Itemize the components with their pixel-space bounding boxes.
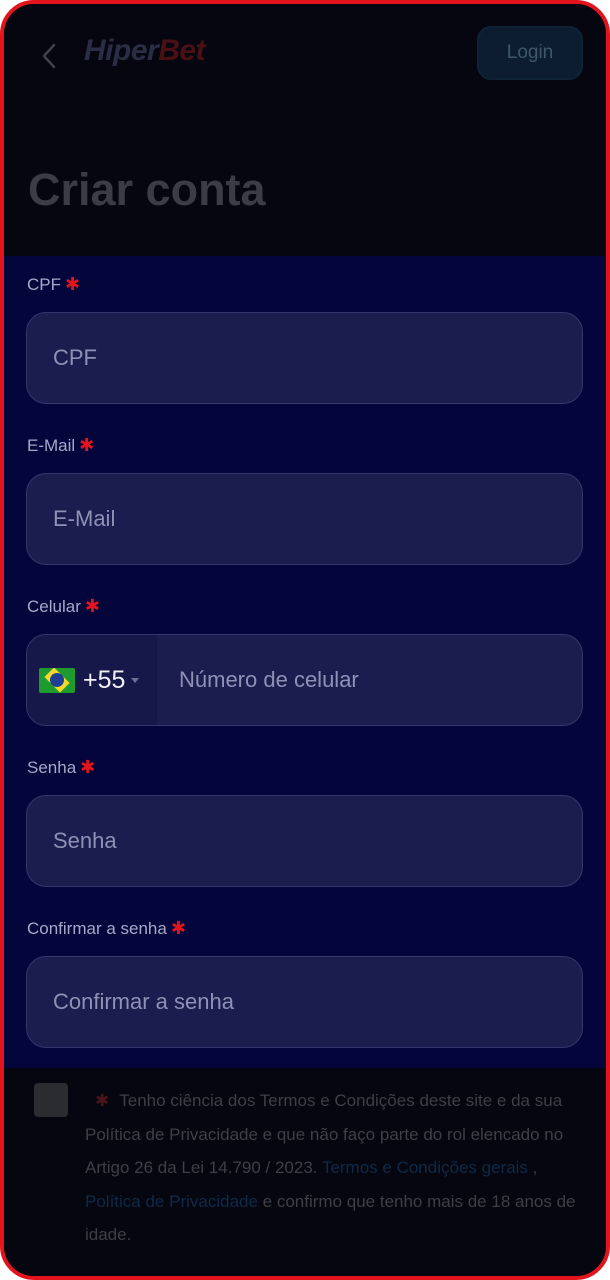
phone-label-text: Celular	[27, 597, 81, 616]
required-icon: ✱	[79, 435, 95, 455]
confirm-placeholder: Confirmar a senha	[53, 989, 234, 1014]
login-button[interactable]: Login	[477, 26, 583, 80]
phone-number-field[interactable]: Número de celular	[179, 667, 359, 693]
country-code-selector[interactable]: +55	[27, 635, 157, 725]
password-placeholder: Senha	[53, 828, 117, 853]
terms-text: ✱ Tenho ciência dos Termos e Condições de…	[85, 1084, 585, 1252]
phone-label: Celular ✱	[27, 596, 100, 617]
required-icon: ✱	[84, 596, 100, 616]
required-icon: ✱	[80, 757, 96, 777]
privacy-link[interactable]: Política de Privacidade	[85, 1192, 258, 1211]
caret-down-icon	[131, 677, 140, 683]
app-frame: HiperBet Login Criar conta CPF ✱ CPF E-Ma…	[0, 0, 610, 1280]
logo-text-bet: Bet	[158, 34, 206, 67]
confirm-password-label: Confirmar a senha ✱	[27, 918, 186, 939]
logo-text-hiper: Hiper	[84, 34, 159, 67]
signup-form: CPF ✱ CPF E-Mail ✱ E-Mail Celular ✱ +55 Núm…	[4, 256, 606, 1068]
header: HiperBet Login Criar conta	[4, 4, 606, 256]
email-label: E-Mail ✱	[27, 435, 94, 456]
email-input[interactable]: E-Mail	[26, 473, 583, 565]
password-input[interactable]: Senha	[26, 795, 583, 887]
back-button[interactable]	[34, 38, 64, 74]
confirm-label-text: Confirmar a senha	[27, 919, 167, 938]
password-label-text: Senha	[27, 758, 77, 777]
cpf-input[interactable]: CPF	[26, 312, 583, 404]
terms-link[interactable]: Termos e Condições gerais	[322, 1158, 528, 1177]
cpf-placeholder: CPF	[53, 345, 97, 370]
email-label-text: E-Mail	[27, 436, 76, 455]
password-label: Senha ✱	[27, 757, 95, 778]
cpf-label-text: CPF	[27, 275, 61, 294]
cpf-label: CPF ✱	[27, 274, 80, 295]
required-icon: ✱	[95, 1091, 110, 1110]
confirm-password-input[interactable]: Confirmar a senha	[26, 956, 583, 1048]
email-placeholder: E-Mail	[53, 506, 116, 531]
page-title: Criar conta	[28, 164, 266, 215]
logo: HiperBet	[84, 34, 206, 68]
terms-checkbox[interactable]	[34, 1083, 68, 1117]
phone-input: +55 Número de celular	[26, 634, 583, 726]
required-icon: ✱	[65, 274, 81, 294]
terms-section: ✱ Tenho ciência dos Termos e Condições de…	[4, 1068, 606, 1276]
chevron-left-icon	[42, 43, 56, 69]
brazil-flag-icon	[39, 667, 75, 693]
terms-separator: ,	[532, 1158, 538, 1177]
country-code: +55	[83, 665, 126, 694]
required-icon: ✱	[170, 918, 186, 938]
